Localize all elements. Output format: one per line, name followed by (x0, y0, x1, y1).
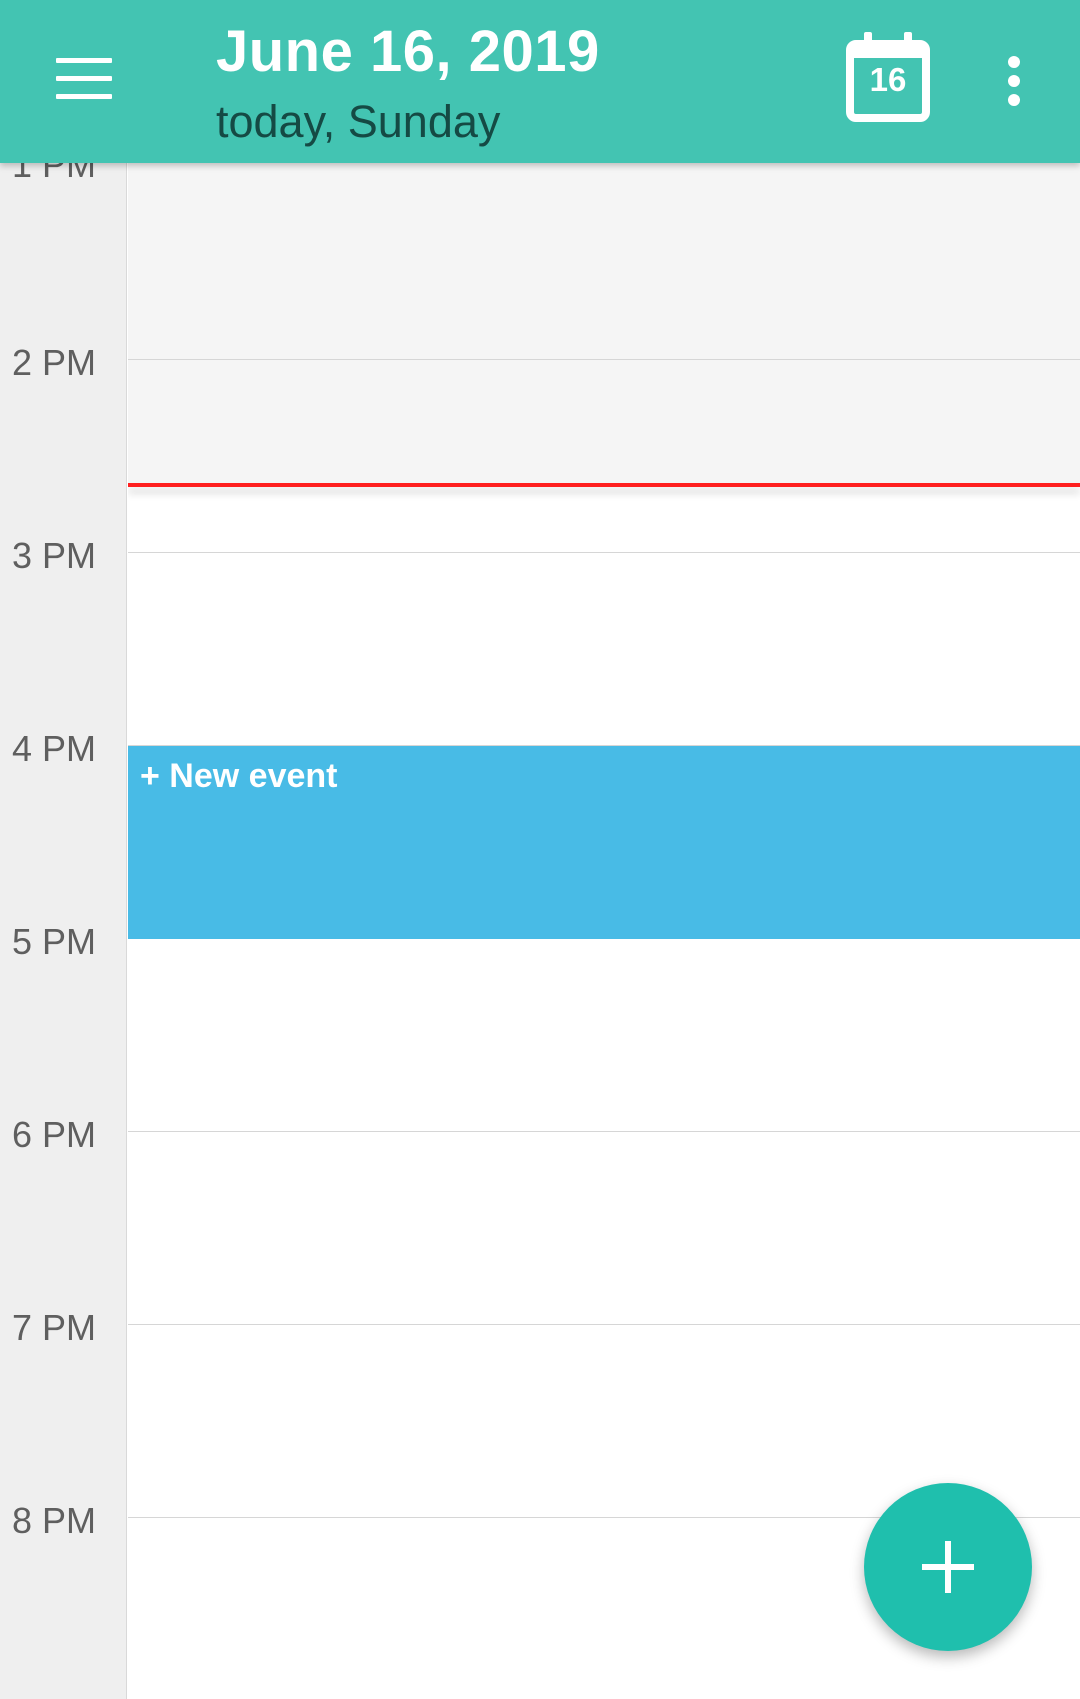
hour-label-7pm: 7 PM (12, 1307, 97, 1348)
more-options-button[interactable] (990, 46, 1038, 116)
hour-label-8pm: 8 PM (12, 1500, 97, 1541)
menu-button[interactable] (40, 40, 128, 116)
day-schedule-grid[interactable]: + New event (128, 163, 1080, 1699)
header-date-subtitle: today, Sunday (216, 96, 501, 147)
app-bar: June 16, 2019 today, Sunday 16 (0, 0, 1080, 163)
header-date-title[interactable]: June 16, 2019 (216, 18, 600, 86)
hour-label-2pm: 2 PM (12, 342, 97, 383)
hamburger-menu-icon-bar (56, 75, 112, 81)
today-day-number: 16 (869, 61, 907, 98)
hour-divider (128, 359, 1080, 360)
hour-label-1pm: 1 PM (12, 163, 97, 185)
hour-divider (128, 552, 1080, 553)
new-event-block[interactable]: + New event (128, 746, 1080, 939)
more-vertical-icon (1008, 56, 1020, 68)
time-gutter: 1 PM 2 PM 3 PM 4 PM 5 PM 6 PM 7 PM 8 PM (0, 163, 127, 1699)
current-time-indicator (128, 483, 1080, 487)
plus-icon (922, 1541, 974, 1593)
today-button[interactable]: 16 (844, 30, 932, 122)
add-event-fab[interactable] (864, 1483, 1032, 1651)
more-vertical-icon-dot (1008, 75, 1020, 87)
hour-label-4pm: 4 PM (12, 728, 97, 769)
hour-divider (128, 1324, 1080, 1325)
new-event-label: + New event (140, 757, 338, 795)
hour-label-6pm: 6 PM (12, 1114, 97, 1155)
past-time-shade (128, 163, 1080, 485)
hour-divider (128, 1131, 1080, 1132)
hour-label-5pm: 5 PM (12, 921, 97, 962)
more-vertical-icon-dot (1008, 94, 1020, 106)
hamburger-menu-icon-bar (56, 93, 112, 99)
hamburger-menu-icon (56, 57, 112, 63)
hour-label-3pm: 3 PM (12, 535, 97, 576)
